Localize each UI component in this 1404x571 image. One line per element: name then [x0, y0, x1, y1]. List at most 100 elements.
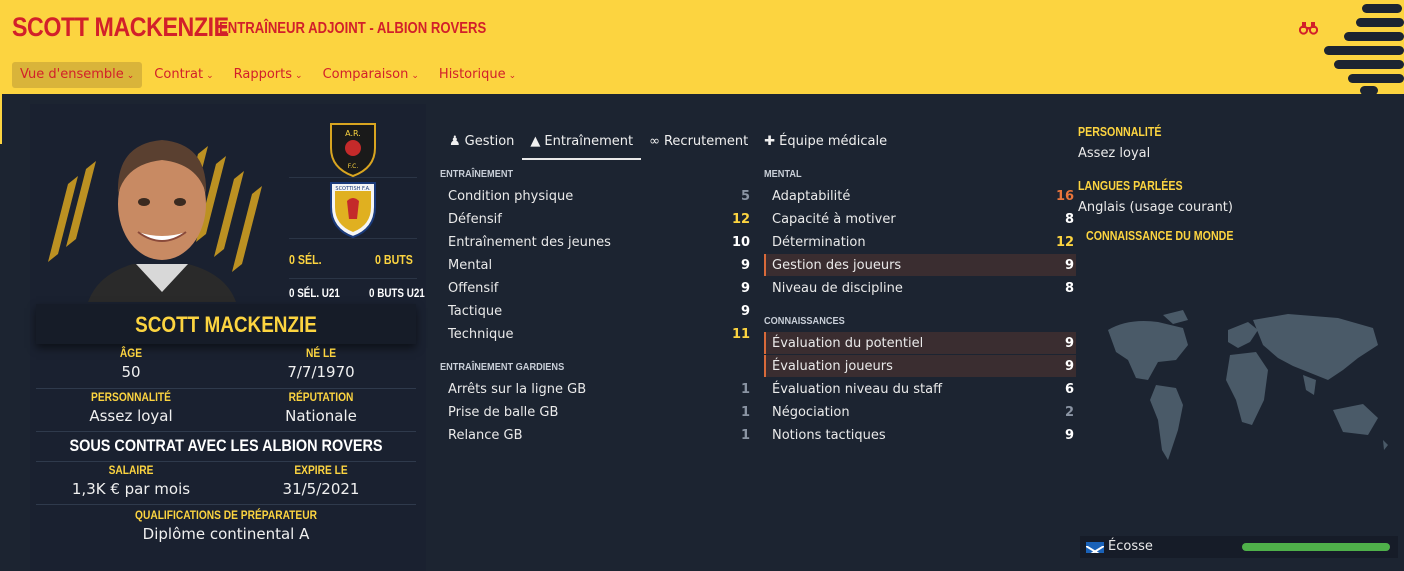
- qualifications-value: Diplôme continental A: [142, 525, 310, 543]
- attribute-name: Gestion des joueurs: [772, 257, 902, 273]
- attribute-row[interactable]: Capacité à motiver 8: [764, 208, 1076, 230]
- section-heading-mental: MENTAL: [764, 169, 802, 180]
- attribute-value: 9: [1064, 335, 1074, 351]
- attribute-row[interactable]: Entraînement des jeunes 10: [440, 231, 752, 253]
- attribute-value: 2: [1064, 404, 1074, 420]
- born-cell: NÉ LE 7/7/1970: [226, 346, 416, 381]
- tab-gestion[interactable]: ♟ Gestion: [441, 128, 522, 160]
- attribute-name: Évaluation du potentiel: [772, 335, 924, 351]
- attribute-row[interactable]: Niveau de discipline 8: [764, 277, 1076, 299]
- profile-name-bar: SCOTT MACKENZIE: [36, 304, 416, 344]
- tab-recrutement[interactable]: ∞ Recrutement: [641, 128, 756, 160]
- caps-count: 0 SÉL.: [289, 252, 322, 267]
- person-icon: ♟: [449, 134, 461, 149]
- u21-caps-count: 0 SÉL. U21: [289, 286, 340, 300]
- page-title: SCOTT MACKENZIE: [12, 12, 229, 42]
- tab-label: Recrutement: [663, 134, 749, 149]
- attribute-row[interactable]: Tactique 9: [440, 300, 752, 322]
- attribute-row[interactable]: Arrêts sur la ligne GB 1: [440, 378, 752, 400]
- attribute-row[interactable]: Technique 11: [440, 323, 752, 345]
- attribute-row[interactable]: Évaluation joueurs 9: [764, 355, 1076, 377]
- attribute-value: 9: [740, 280, 750, 296]
- binoculars-icon[interactable]: [1298, 20, 1319, 40]
- born-label: NÉ LE: [305, 346, 337, 360]
- born-value: 7/7/1970: [287, 363, 355, 381]
- nav-item-contrat[interactable]: Contrat ⌄: [146, 62, 221, 88]
- attribute-row[interactable]: Notions tactiques 9: [764, 424, 1076, 446]
- section-heading-knowledge: CONNAISSANCES: [764, 316, 845, 327]
- nav-item-comparaison[interactable]: Comparaison ⌄: [315, 62, 427, 88]
- attribute-value: 12: [732, 211, 751, 227]
- page-subtitle[interactable]: ENTRAÎNEUR ADJOINT - ALBION ROVERS: [219, 20, 486, 38]
- divider: [289, 278, 417, 279]
- salary-label: SALAIRE: [108, 463, 154, 477]
- languages-text: Anglais (usage courant): [1078, 200, 1233, 215]
- svg-text:F.C.: F.C.: [348, 163, 359, 170]
- expires-value: 31/5/2021: [282, 480, 360, 498]
- tab--quipe-m-dicale[interactable]: ✚ Équipe médicale: [756, 128, 895, 160]
- age-cell: ÂGE 50: [36, 346, 226, 381]
- attribute-row[interactable]: Évaluation niveau du staff 6: [764, 378, 1076, 400]
- attribute-name: Offensif: [448, 280, 499, 296]
- age-label: ÂGE: [119, 346, 143, 360]
- attribute-row[interactable]: Adaptabilité 16: [764, 185, 1076, 207]
- divider: [36, 431, 416, 432]
- accent-strip: [0, 94, 2, 144]
- attribute-value: 8: [1064, 211, 1074, 227]
- attribute-row[interactable]: Mental 9: [440, 254, 752, 276]
- nation-badge[interactable]: SCOTTISH F.A.: [289, 179, 417, 239]
- personality-text: Assez loyal: [1078, 146, 1151, 161]
- reputation-label: RÉPUTATION: [288, 390, 354, 404]
- attribute-name: Négociation: [772, 404, 850, 420]
- nav-label: Rapports: [233, 67, 293, 82]
- chevron-down-icon: ⌄: [126, 71, 135, 81]
- attribute-row[interactable]: Relance GB 1: [440, 424, 752, 446]
- staff-photo: [38, 124, 286, 302]
- qualifications-cell: QUALIFICATIONS DE PRÉPARATEUR Diplôme co…: [36, 508, 416, 543]
- attribute-value: 9: [740, 257, 750, 273]
- attribute-name: Entraînement des jeunes: [448, 234, 611, 250]
- attribute-row[interactable]: Gestion des joueurs 9: [764, 254, 1076, 276]
- club-badges: A.R. F.C. SCOTTISH F.A. 0 SÉL. 0 BUTS 0 …: [289, 118, 425, 304]
- attribute-row[interactable]: Condition physique 5: [440, 185, 752, 207]
- attribute-value: 10: [732, 234, 751, 250]
- club-badge[interactable]: A.R. F.C.: [289, 118, 417, 178]
- u21-goals-count: 0 BUTS U21: [369, 286, 425, 300]
- attribute-name: Évaluation niveau du staff: [772, 381, 943, 397]
- tab-entra-nement[interactable]: ▲ Entraînement: [522, 128, 642, 160]
- nation-knowledge-row[interactable]: Écosse: [1080, 536, 1398, 558]
- nav-label: Comparaison: [322, 67, 409, 82]
- expires-label: EXPIRE LE: [294, 463, 348, 477]
- expires-cell: EXPIRE LE 31/5/2021: [226, 463, 416, 498]
- attribute-name: Notions tactiques: [772, 427, 886, 443]
- age-value: 50: [121, 363, 141, 381]
- scotland-flag-icon: [1086, 542, 1104, 553]
- attribute-row[interactable]: Offensif 9: [440, 277, 752, 299]
- chevron-down-icon: ⌄: [411, 71, 419, 81]
- salary-cell: SALAIRE 1,3K € par mois: [36, 463, 226, 498]
- divider: [36, 504, 416, 505]
- nation-name: Écosse: [1108, 539, 1153, 554]
- tab-label: Équipe médicale: [779, 134, 888, 149]
- nav-item-vue-d-ensemble[interactable]: Vue d'ensemble ⌄: [12, 62, 143, 88]
- attribute-row[interactable]: Défensif 12: [440, 208, 752, 230]
- nav-label: Historique: [438, 67, 506, 82]
- attribute-row[interactable]: Prise de balle GB 1: [440, 401, 752, 423]
- attribute-value: 5: [740, 188, 750, 204]
- attribute-name: Tactique: [448, 303, 503, 319]
- attribute-name: Condition physique: [448, 188, 574, 204]
- attribute-name: Prise de balle GB: [448, 404, 559, 420]
- svg-text:A.R.: A.R.: [345, 129, 361, 138]
- nav-item-historique[interactable]: Historique ⌄: [431, 62, 524, 88]
- top-nav: Vue d'ensemble ⌄ Contrat ⌄ Rapports ⌄ Comparai…: [12, 62, 528, 88]
- divider: [36, 461, 416, 462]
- attribute-row[interactable]: Évaluation du potentiel 9: [764, 332, 1076, 354]
- attribute-row[interactable]: Négociation 2: [764, 401, 1076, 423]
- attribute-name: Détermination: [772, 234, 866, 250]
- personality-value[interactable]: Assez loyal: [36, 407, 226, 425]
- attribute-row[interactable]: Détermination 12: [764, 231, 1076, 253]
- world-knowledge-heading: CONNAISSANCE DU MONDE: [1086, 228, 1234, 243]
- contract-status[interactable]: SOUS CONTRAT AVEC LES ALBION ROVERS: [65, 436, 388, 456]
- nav-item-rapports[interactable]: Rapports ⌄: [226, 62, 311, 88]
- divider: [36, 388, 416, 389]
